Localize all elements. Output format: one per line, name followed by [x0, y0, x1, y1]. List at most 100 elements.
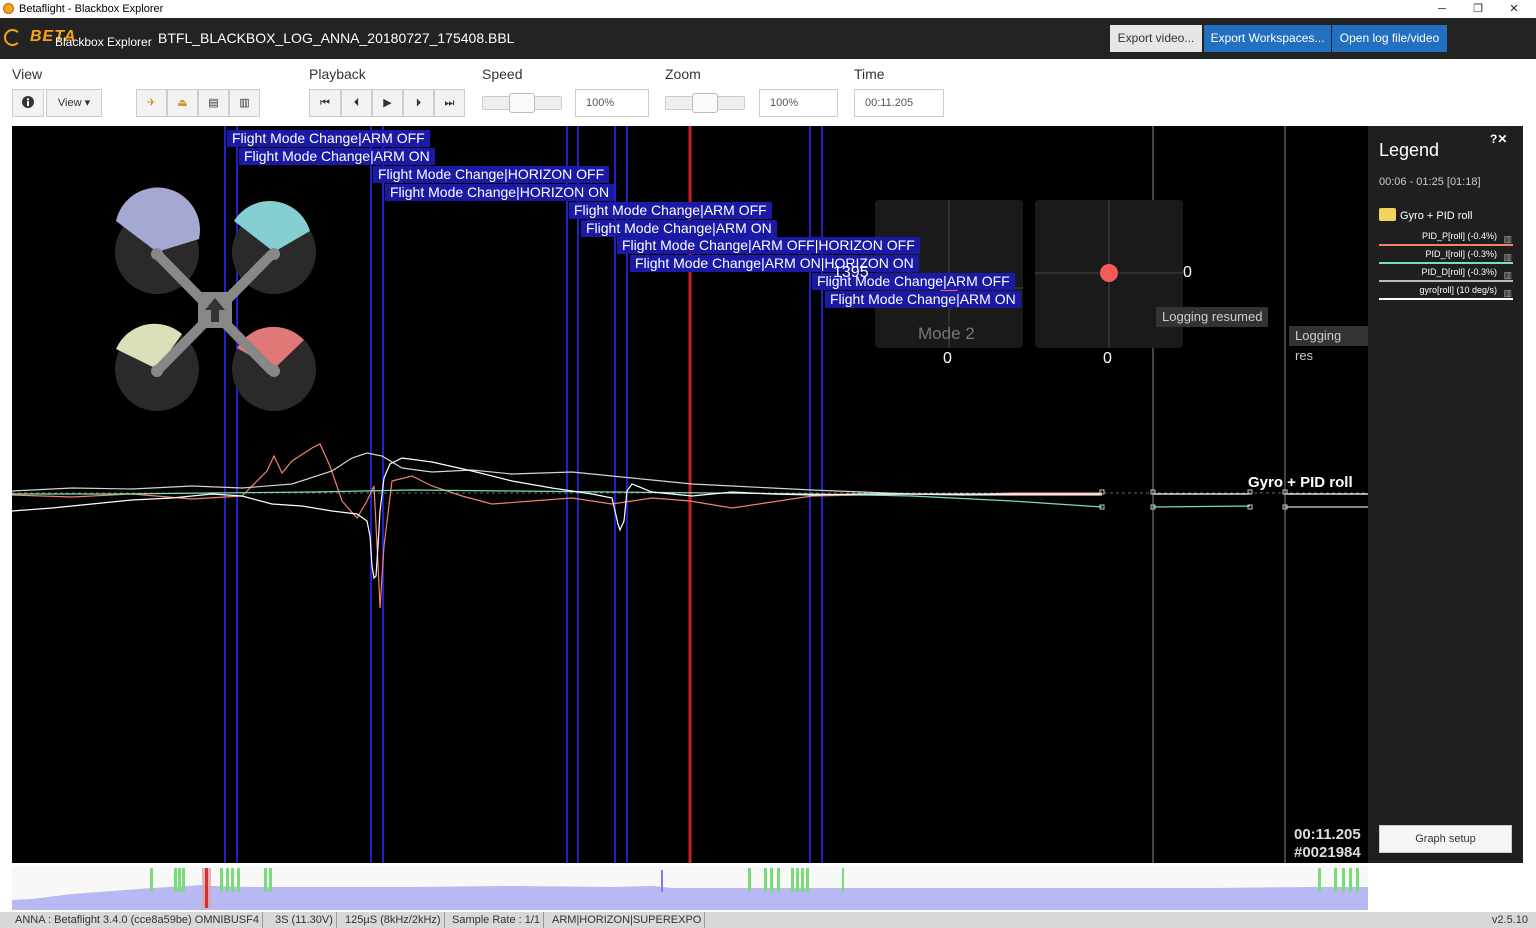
time-label: Time	[854, 66, 885, 82]
step-back-icon: ⏴	[353, 97, 360, 109]
export-video-button[interactable]: Export video...	[1110, 25, 1202, 52]
frame-readout: #0021984	[1294, 844, 1361, 861]
zoom-input[interactable]: 100%	[759, 89, 838, 117]
legend-group-header[interactable]: Gyro + PID roll	[1379, 208, 1513, 222]
play-icon: ▶	[383, 97, 392, 109]
logging-resumed-tooltip: Logging resumed	[1156, 307, 1269, 327]
play-button[interactable]: ▶	[372, 89, 403, 117]
gyro-trace	[12, 457, 1102, 580]
airplane-icon: ✈	[146, 97, 157, 109]
bar-chart-icon[interactable]: ▥	[1503, 285, 1512, 301]
event-label: Flight Mode Change|HORIZON ON	[385, 184, 615, 201]
event-label: Flight Mode Change|ARM ON	[825, 291, 1021, 308]
status-sample-rate: Sample Rate : 1/1	[449, 912, 545, 928]
jump-end-button[interactable]: ⏭	[434, 89, 465, 117]
seek-bar-cursor[interactable]	[205, 868, 208, 908]
legend-close-icon[interactable]: ?✕	[1490, 132, 1507, 146]
window-title: Betaflight - Blackbox Explorer	[19, 3, 164, 15]
step-back-button[interactable]: ⏴	[341, 89, 372, 117]
seek-bar-throttle-graph	[12, 868, 1368, 910]
skip-start-icon: ⏮	[320, 97, 330, 109]
pid-p-trace	[12, 443, 1102, 609]
time-readout: 00:11.205	[1294, 826, 1361, 843]
legend-item-label: PID_P[roll] (-0.4%)	[1421, 231, 1497, 241]
bar-chart-icon: ▥	[239, 97, 250, 109]
event-label: Flight Mode Change|ARM ON	[581, 220, 777, 237]
legend-item-label: PID_D[roll] (-0.3%)	[1421, 267, 1497, 277]
betaflight-logo-icon	[4, 29, 21, 46]
status-bar: ANNA : Betaflight 3.4.0 (cce8a59be) OMNI…	[0, 912, 1536, 928]
legend-title: Legend	[1379, 140, 1440, 160]
right-stick-bottom-value: 0	[1103, 350, 1112, 367]
export-workspaces-button[interactable]: Export Workspaces...	[1204, 25, 1331, 52]
skip-end-icon: ⏭	[444, 97, 455, 109]
craft-view-toggle[interactable]: ✈	[136, 89, 167, 117]
status-battery: 3S (11.30V)	[272, 912, 337, 928]
status-looptime: 125µS (8kHz/2kHz)	[342, 912, 445, 928]
minimize-button[interactable]: ─	[1424, 0, 1460, 18]
legend-time-range: 00:06 - 01:25 [01:18]	[1379, 176, 1481, 188]
table-icon: ▤	[208, 97, 219, 109]
app-icon	[3, 3, 14, 14]
bar-chart-icon[interactable]: ▥	[1503, 249, 1512, 265]
info-icon	[22, 96, 34, 108]
app-version: v2.5.10	[1491, 914, 1528, 926]
playback-label: Playback	[309, 66, 366, 82]
event-label: Flight Mode Change|HORIZON OFF	[373, 166, 610, 183]
view-label: View	[12, 66, 43, 82]
window-titlebar: Betaflight - Blackbox Explorer ─ ❐ ✕	[0, 0, 1536, 18]
zoom-label: Zoom	[665, 66, 701, 82]
zoom-slider[interactable]	[665, 93, 745, 113]
legend-item[interactable]: gyro[roll] (10 deg/s) ▥	[1379, 282, 1513, 300]
graph-group-label: Gyro + PID roll	[1248, 474, 1353, 491]
pilot-icon: ⏏	[177, 97, 188, 109]
folder-icon	[1379, 208, 1396, 221]
bar-chart-icon[interactable]: ▥	[1503, 267, 1512, 283]
sticks-view-toggle[interactable]: ⏏	[167, 89, 198, 117]
speed-slider[interactable]	[482, 93, 562, 113]
right-stick-side-value: 0	[1183, 264, 1192, 281]
logo-subtitle: Blackbox Explorer	[55, 35, 152, 49]
close-window-button[interactable]: ✕	[1496, 0, 1532, 18]
seek-bar[interactable]	[12, 866, 1368, 910]
info-button[interactable]	[12, 89, 44, 117]
view-menu-button[interactable]: View ▾	[46, 89, 102, 117]
legend-item-label: gyro[roll] (10 deg/s)	[1419, 285, 1497, 295]
analyser-view-toggle[interactable]: ▥	[229, 89, 260, 117]
event-label: Flight Mode Change|ARM OFF	[227, 130, 430, 147]
step-forward-icon: ⏵	[415, 97, 422, 109]
restore-button[interactable]: ❐	[1460, 0, 1496, 18]
log-graph-canvas[interactable]: Flight Mode Change|ARM OFF Flight Mode C…	[12, 126, 1368, 863]
legend-panel: Legend ?✕ 00:06 - 01:25 [01:18] Gyro + P…	[1368, 126, 1523, 863]
left-stick-top-value: 1395	[833, 264, 869, 281]
event-label: Flight Mode Change|ARM ON|HORIZON ON	[630, 255, 919, 272]
speed-input[interactable]: 100%	[575, 89, 649, 117]
jump-start-button[interactable]: ⏮	[309, 89, 341, 117]
zoom-slider-handle[interactable]	[692, 93, 718, 113]
open-log-button[interactable]: Open log file/video	[1332, 25, 1447, 52]
app-header: BETA Blackbox Explorer BTFL_BLACKBOX_LOG…	[0, 18, 1536, 59]
legend-item[interactable]: PID_D[roll] (-0.3%) ▥	[1379, 264, 1513, 282]
log-file-name: BTFL_BLACKBOX_LOG_ANNA_20180727_175408.B…	[158, 30, 515, 46]
bar-chart-icon[interactable]: ▥	[1503, 231, 1512, 247]
speed-slider-handle[interactable]	[509, 93, 535, 113]
stick-mode-label: Mode 2	[918, 324, 975, 343]
craft-quad-icon	[115, 187, 316, 411]
legend-item[interactable]: PID_I[roll] (-0.3%) ▥	[1379, 246, 1513, 264]
event-label: Flight Mode Change|ARM OFF	[569, 202, 772, 219]
graph-setup-button[interactable]: Graph setup	[1379, 825, 1512, 853]
legend-group-label: Gyro + PID roll	[1400, 210, 1473, 222]
logging-resumed-tooltip: Logging res	[1289, 326, 1368, 363]
step-forward-button[interactable]: ⏵	[403, 89, 434, 117]
status-craft: ANNA : Betaflight 3.4.0 (cce8a59be) OMNI…	[12, 912, 263, 928]
table-view-toggle[interactable]: ▤	[198, 89, 229, 117]
time-input[interactable]: 00:11.205	[854, 89, 944, 117]
event-label: Flight Mode Change|ARM ON	[239, 148, 435, 165]
speed-label: Speed	[482, 66, 523, 82]
legend-item-label: PID_I[roll] (-0.3%)	[1425, 249, 1497, 259]
event-label: Flight Mode Change|ARM OFF|HORIZON OFF	[617, 237, 920, 254]
status-modes: ARM|HORIZON|SUPEREXPO	[549, 912, 706, 928]
pid-i-trace-segment	[1152, 505, 1251, 508]
left-stick-bottom-value: 0	[943, 350, 952, 367]
legend-item[interactable]: PID_P[roll] (-0.4%) ▥	[1379, 228, 1513, 246]
